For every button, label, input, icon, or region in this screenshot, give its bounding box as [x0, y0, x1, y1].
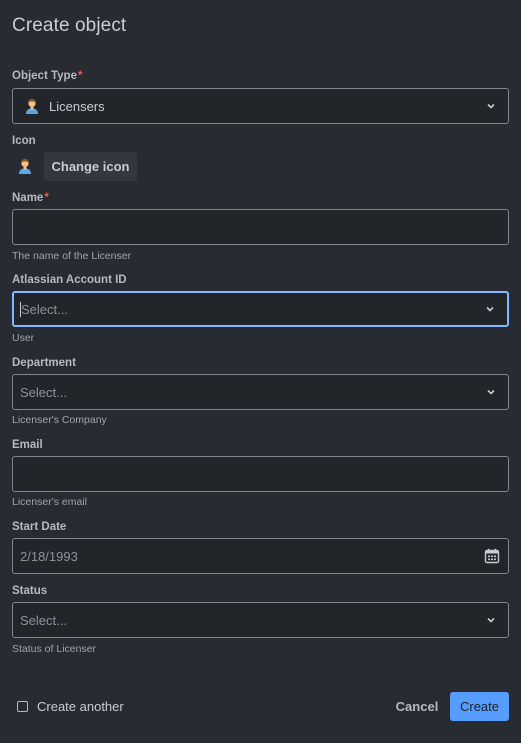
status-placeholder: Select...	[20, 612, 67, 628]
department-placeholder: Select...	[20, 384, 67, 400]
email-helper-text: Licenser's email	[12, 496, 87, 508]
cancel-button[interactable]: Cancel	[390, 692, 444, 721]
department-select[interactable]: Select...	[12, 374, 509, 410]
status-helper-text: Status of Licenser	[12, 643, 97, 655]
name-label: Name*	[12, 192, 49, 204]
create-button[interactable]: Create	[450, 692, 509, 721]
chevron-down-icon	[487, 617, 495, 623]
start-date-input[interactable]: 2/18/1993	[12, 538, 509, 574]
name-helper-text: The name of the Licenser	[12, 250, 132, 262]
person-icon	[16, 157, 34, 175]
atlassian-account-placeholder: Select...	[21, 301, 68, 317]
email-input[interactable]	[12, 456, 509, 492]
dialog-title: Create object	[12, 15, 127, 36]
name-input[interactable]	[12, 209, 509, 245]
object-type-value: Licensers	[49, 98, 105, 114]
change-icon-button[interactable]: Change icon	[44, 152, 137, 181]
required-marker: *	[44, 192, 49, 204]
status-select[interactable]: Select...	[12, 602, 509, 638]
icon-label: Icon	[12, 135, 36, 147]
email-label: Email	[12, 439, 43, 451]
create-another-checkbox[interactable]	[17, 701, 28, 712]
person-icon	[23, 97, 41, 115]
required-marker: *	[77, 70, 83, 82]
object-type-label-text: Object Type	[12, 70, 77, 82]
start-date-value: 2/18/1993	[20, 548, 78, 564]
atlassian-account-helper-text: User	[12, 332, 35, 344]
department-label: Department	[12, 357, 76, 369]
status-label: Status	[12, 585, 48, 597]
object-type-label: Object Type*	[12, 70, 82, 82]
department-helper-text: Licenser's Company	[12, 414, 107, 426]
calendar-icon[interactable]	[484, 548, 500, 564]
chevron-down-icon	[487, 103, 495, 109]
atlassian-account-label: Atlassian Account ID	[12, 274, 127, 286]
create-another-label[interactable]: Create another	[37, 699, 124, 714]
name-label-text: Name	[12, 192, 44, 204]
chevron-down-icon	[486, 306, 494, 312]
chevron-down-icon	[487, 389, 495, 395]
start-date-label: Start Date	[12, 521, 67, 533]
create-object-dialog: Create object Object Type* Licensers Ico…	[0, 0, 521, 743]
object-type-select[interactable]: Licensers	[12, 88, 509, 124]
atlassian-account-select[interactable]: Select...	[12, 291, 509, 327]
